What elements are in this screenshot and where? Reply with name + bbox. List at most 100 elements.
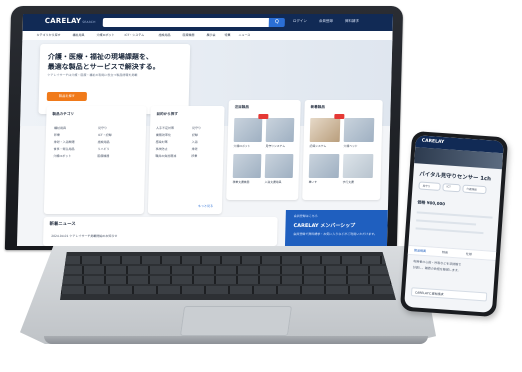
request-info-button[interactable]: CARELAYに資料請求	[410, 287, 488, 302]
news-title: 新着ニュース	[49, 222, 76, 227]
category-panel: 製品カテゴリ 福祉用具 移乗 排泄・入浴関連 食事・衛生用品 介護ロボット 見守…	[43, 106, 147, 214]
new-badge	[258, 114, 269, 119]
category-title: 製品カテゴリ	[52, 112, 75, 116]
purpose-item[interactable]: 事故防止	[155, 147, 167, 151]
new-badge	[334, 114, 345, 119]
category-item[interactable]: 医療機器	[97, 154, 109, 158]
product-thumbnail[interactable]	[264, 154, 294, 178]
divider	[416, 219, 477, 226]
nav-item[interactable]: ICT・システム	[124, 33, 144, 37]
product-thumbnail[interactable]	[232, 154, 262, 178]
purpose-item[interactable]: 人手不足対策	[156, 126, 174, 130]
product-thumbnail[interactable]	[308, 154, 340, 178]
laptop-screen: CARELAYSEARCH Q ログイン 会員登録 資料請求 カテゴリから探す …	[16, 14, 394, 246]
key-row	[60, 256, 396, 264]
membership-banner[interactable]: 会員登録はこちら CARELAY メンバーシップ 会員登録で資料請求・お気に入り…	[284, 210, 388, 246]
new-products-title: 新着製品	[310, 105, 326, 109]
product-thumbnail[interactable]	[343, 118, 375, 142]
purpose-item[interactable]: 見守り	[192, 126, 201, 130]
hero-title: 介護・医療・福祉の現場課題を、	[47, 53, 154, 61]
product-thumbnail[interactable]	[309, 118, 341, 142]
hero-card: 介護・医療・福祉の現場課題を、 最適な製品とサービスで解決する。 ケアレイサーチ…	[38, 44, 191, 114]
purpose-item[interactable]: 入浴	[192, 140, 198, 144]
product-title: バイタル見守りセンサー 1ch	[419, 171, 492, 183]
search-button[interactable]: Q	[268, 18, 285, 27]
product-caption[interactable]: 見守りシステム	[266, 144, 286, 148]
divider	[416, 211, 493, 219]
key-row	[60, 266, 396, 274]
product-caption[interactable]: 介護ベッド	[344, 144, 358, 148]
product-caption[interactable]: 歩行支援	[343, 180, 354, 184]
nav-item[interactable]: 介護ロボット	[96, 33, 114, 37]
nav-item[interactable]: カテゴリから探す	[36, 33, 60, 37]
category-item[interactable]: 福祉用具	[54, 126, 66, 130]
purpose-item[interactable]: 職員の負担軽減	[155, 154, 176, 158]
trackpad	[179, 306, 293, 336]
nav-item[interactable]: 展示会	[206, 33, 215, 37]
laptop-front-edge	[44, 336, 428, 344]
product-caption[interactable]: 記録システム	[310, 144, 327, 148]
category-item[interactable]: 施設用品	[98, 140, 110, 144]
phone-tabs: 製品概要 特長 仕様	[407, 244, 497, 261]
header-link-register[interactable]: 会員登録	[319, 19, 333, 24]
category-item[interactable]: ICT・記録	[98, 133, 112, 137]
category-item[interactable]: 見守り	[98, 126, 107, 130]
product-caption[interactable]: 車いす	[309, 180, 318, 184]
find-products-button[interactable]: 製品を探す	[46, 92, 87, 101]
membership-label: 会員登録はこちら	[293, 214, 318, 218]
tag-chip[interactable]: ICT	[442, 183, 461, 193]
hero-title-line2: 最適な製品とサービスで解決する。	[47, 63, 160, 71]
news-section: 新着ニュース 2024.04.01 ケアレイサーチ掲載開始のお知らせ	[42, 217, 278, 246]
hero-subtitle: ケアレイサーチは介護・医療・福祉の現場に役立つ製品情報を掲載	[47, 73, 138, 77]
phone-logo[interactable]: CARELAY	[422, 139, 445, 146]
search-input[interactable]	[102, 18, 275, 27]
site-logo[interactable]: CARELAYSEARCH	[45, 17, 96, 25]
nav-item[interactable]: 特集	[224, 33, 230, 37]
product-price: 価格 ¥00,000	[417, 199, 446, 207]
purpose-item[interactable]: 移乗	[191, 154, 197, 158]
divider	[415, 227, 484, 235]
nav-item[interactable]: 福祉用具	[72, 33, 84, 37]
nav-item[interactable]: ニュース	[238, 33, 250, 37]
category-item[interactable]: 介護ロボット	[53, 154, 71, 158]
membership-desc: 会員登録で資料請求・お気に入りなどがご利用いただけます。	[293, 232, 378, 236]
featured-products-panel: 注目製品 介護ロボット 見守りシステム 移乗支援機器 入浴支援用具	[226, 100, 301, 200]
product-caption[interactable]: 介護ロボット	[234, 144, 251, 148]
more-link[interactable]: もっと見る	[198, 204, 213, 208]
site-header: CARELAYSEARCH Q ログイン 会員登録 資料請求	[22, 14, 394, 31]
product-description-line2: 計測し、職員の負担を軽減します。	[412, 265, 461, 273]
header-link-login[interactable]: ログイン	[293, 19, 307, 24]
purpose-item[interactable]: 業務効率化	[156, 133, 171, 137]
new-products-panel: 新着製品 記録システム 介護ベッド 車いす 歩行支援	[302, 100, 383, 200]
product-thumbnail[interactable]	[233, 118, 263, 142]
purpose-title: 目的から探す	[156, 112, 179, 116]
category-item[interactable]: 食事・衛生用品	[53, 147, 74, 151]
purpose-item[interactable]: 排泄	[191, 147, 197, 151]
phone-screen: CARELAY バイタル見守りセンサー 1ch 見守り ICT 介護施設 価格 …	[404, 135, 504, 313]
nav-item[interactable]: 施設用品	[158, 33, 170, 37]
tab-overview[interactable]: 製品概要	[414, 248, 426, 253]
tab-features[interactable]: 特長	[442, 250, 448, 254]
news-item[interactable]: 2024.04.01 ケアレイサーチ掲載開始のお知らせ	[51, 234, 117, 238]
product-thumbnail[interactable]	[342, 154, 374, 178]
purpose-item[interactable]: 記録	[192, 133, 198, 137]
tag-chip[interactable]: 介護施設	[462, 184, 487, 195]
membership-title: CARELAY メンバーシップ	[293, 223, 356, 229]
product-caption[interactable]: 入浴支援用具	[265, 180, 282, 184]
purpose-panel: 目的から探す 人手不足対策 業務効率化 感染対策 事故防止 職員の負担軽減 見守…	[147, 106, 225, 214]
header-link-request[interactable]: 資料請求	[345, 19, 359, 24]
key-row	[60, 276, 396, 284]
purpose-item[interactable]: 感染対策	[156, 140, 168, 144]
tab-specs[interactable]: 仕様	[466, 252, 472, 256]
smartphone: CARELAY バイタル見守りセンサー 1ch 見守り ICT 介護施設 価格 …	[399, 130, 509, 318]
keyboard	[60, 252, 396, 300]
tag-chip[interactable]: 見守り	[418, 181, 441, 191]
key-row	[60, 286, 396, 294]
nav-item[interactable]: 医療機器	[182, 33, 194, 37]
category-item[interactable]: リハビリ	[97, 147, 109, 151]
featured-title: 注目製品	[234, 105, 250, 109]
product-thumbnail[interactable]	[265, 118, 295, 142]
category-item[interactable]: 排泄・入浴関連	[54, 140, 75, 144]
category-item[interactable]: 移乗	[54, 133, 60, 137]
product-caption[interactable]: 移乗支援機器	[233, 180, 250, 184]
